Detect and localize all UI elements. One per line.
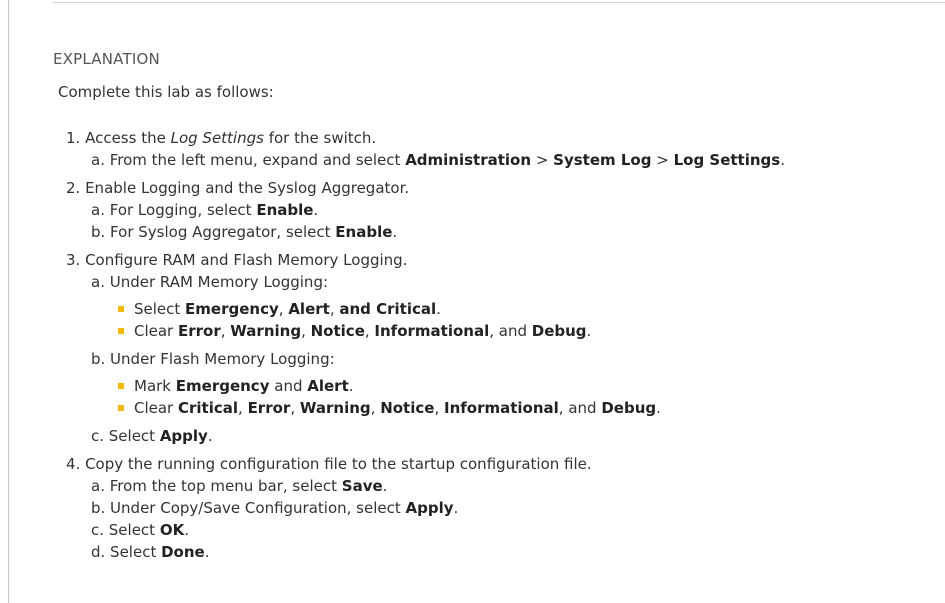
steps-list: 1. Access the Log Settings for the switc…	[66, 127, 926, 569]
step-2a: a. For Logging, select Enable.	[91, 201, 319, 219]
step-4c: c. Select OK.	[91, 521, 189, 539]
step-3a-bullets: Select Emergency, Alert, and Critical. C…	[66, 298, 926, 342]
step-1: 1. Access the Log Settings for the switc…	[66, 127, 926, 171]
left-border	[8, 0, 9, 603]
step-3b-bullets: Mark Emergency and Alert. Clear Critical…	[66, 375, 926, 419]
step-4b: b. Under Copy/Save Configuration, select…	[91, 499, 459, 517]
intro-text: Complete this lab as follows:	[58, 83, 274, 101]
step-4a: a. From the top menu bar, select Save.	[91, 477, 388, 495]
step-4: 4. Copy the running configuration file t…	[66, 453, 926, 563]
top-divider	[53, 2, 945, 3]
step-3b: b. Under Flash Memory Logging:	[91, 350, 335, 368]
step-3: 3. Configure RAM and Flash Memory Loggin…	[66, 249, 926, 447]
bullet-square-icon	[118, 383, 124, 389]
step-3-text: 3. Configure RAM and Flash Memory Loggin…	[66, 251, 408, 269]
step-2: 2. Enable Logging and the Syslog Aggrega…	[66, 177, 926, 243]
list-item: Select Emergency, Alert, and Critical.	[116, 298, 926, 320]
step-2b: b. For Syslog Aggregator, select Enable.	[91, 223, 398, 241]
step-1-text: 1. Access the Log Settings for the switc…	[66, 129, 377, 147]
step-2-text: 2. Enable Logging and the Syslog Aggrega…	[66, 179, 410, 197]
step-4d: d. Select Done.	[91, 543, 210, 561]
list-item: Clear Error, Warning, Notice, Informatio…	[116, 320, 926, 342]
step-1a: a. From the left menu, expand and select…	[91, 151, 785, 169]
step-3a: a. Under RAM Memory Logging:	[91, 273, 329, 291]
step-4-text: 4. Copy the running configuration file t…	[66, 455, 592, 473]
step-3c: c. Select Apply.	[91, 427, 213, 445]
bullet-square-icon	[118, 328, 124, 334]
list-item: Clear Critical, Error, Warning, Notice, …	[116, 397, 926, 419]
list-item: Mark Emergency and Alert.	[116, 375, 926, 397]
bullet-square-icon	[118, 405, 124, 411]
bullet-square-icon	[118, 306, 124, 312]
explanation-heading: EXPLANATION	[53, 50, 160, 68]
